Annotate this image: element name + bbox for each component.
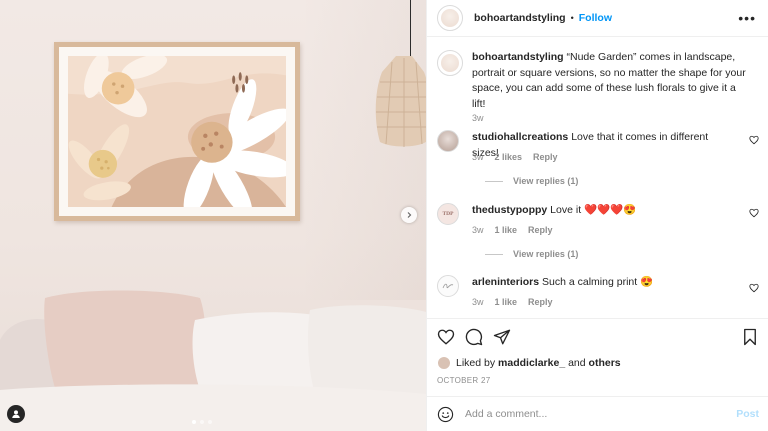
avatar-initials: TDP [442, 211, 454, 217]
comment-body: arleninteriors Such a calming print 😍 [472, 275, 733, 291]
print-mat [59, 47, 295, 216]
caption-username[interactable]: bohoartandstyling [472, 51, 564, 63]
framed-print [54, 42, 300, 221]
view-replies-button[interactable]: View replies (1) [485, 176, 578, 186]
user-icon [12, 410, 20, 418]
comment-time[interactable]: 3w [472, 297, 484, 307]
comments-list[interactable]: bohoartandstyling “Nude Garden” comes in… [427, 38, 768, 316]
comment-text: Such a calming print 😍 [542, 276, 654, 288]
liked-by-joiner: and [568, 357, 586, 369]
post-image[interactable] [0, 0, 426, 431]
comment-time[interactable]: 3w [472, 225, 484, 235]
comment-bubble-icon[interactable] [465, 328, 483, 346]
carousel-dot [200, 420, 204, 424]
carousel-indicator [192, 420, 212, 424]
post-date[interactable]: OCTOBER 27 [437, 376, 491, 385]
follow-button[interactable]: Follow [579, 12, 612, 24]
reply-button[interactable]: Reply [528, 225, 553, 235]
caption-avatar[interactable] [437, 50, 463, 76]
wall-shadow [300, 0, 426, 300]
replies-line [485, 180, 503, 182]
reply-button[interactable]: Reply [528, 297, 553, 307]
comment-body: thedustypoppy Love it ❤️❤️❤️😍 [472, 203, 733, 219]
liked-by-others-link[interactable]: others [589, 357, 621, 369]
more-options-icon[interactable]: ••• [738, 10, 756, 26]
pendant-cord [410, 0, 411, 56]
commenter-avatar[interactable] [437, 275, 459, 297]
signature-logo-icon [442, 283, 454, 289]
caption-body: bohoartandstyling “Nude Garden” comes in… [472, 50, 751, 112]
carousel-dot [208, 420, 212, 424]
caption-time[interactable]: 3w [472, 113, 484, 123]
replies-line [485, 253, 503, 255]
author-avatar[interactable] [437, 5, 463, 31]
separator-dot: • [570, 13, 574, 23]
add-comment-bar: Post [427, 396, 768, 431]
emoji-smiley-icon[interactable] [437, 406, 454, 423]
save-bookmark-icon[interactable] [741, 328, 759, 346]
comment-item: arleninteriors Such a calming print 😍 3w… [437, 275, 759, 311]
reply-button[interactable]: Reply [533, 152, 558, 162]
liked-by-prefix: Liked by [456, 357, 496, 369]
view-replies-label[interactable]: View replies (1) [513, 176, 578, 186]
view-replies-label[interactable]: View replies (1) [513, 249, 578, 259]
next-image-button[interactable] [401, 207, 417, 223]
commenter-avatar[interactable]: TDP [437, 203, 459, 225]
comment-item: studiohallcreations Love that it comes i… [437, 130, 759, 190]
post-actions-bar [427, 318, 768, 358]
liker-username[interactable]: maddiclarke_ [498, 357, 565, 369]
comment-username[interactable]: arleninteriors [472, 276, 539, 288]
tagged-users-button[interactable] [7, 405, 25, 423]
nude-garden-artwork [68, 56, 286, 207]
comment-input[interactable] [465, 408, 737, 420]
view-replies-button[interactable]: View replies (1) [485, 249, 578, 259]
liked-by-line: Liked by maddiclarke_ and others [437, 356, 621, 370]
comment-meta: 3w 2 likes Reply [472, 152, 558, 162]
comment-likes[interactable]: 1 like [495, 297, 518, 307]
carousel-dot [192, 420, 196, 424]
comment-likes[interactable]: 1 like [495, 225, 518, 235]
post-header: bohoartandstyling • Follow ••• [427, 0, 768, 37]
comment-text: Love it ❤️❤️❤️😍 [550, 204, 637, 216]
caption-meta: 3w [472, 113, 484, 123]
author-username[interactable]: bohoartandstyling [474, 12, 566, 24]
comment-item: TDP thedustypoppy Love it ❤️❤️❤️😍 3w 1 l… [437, 203, 759, 263]
like-comment-heart-icon[interactable] [749, 283, 759, 293]
post-details-panel: bohoartandstyling • Follow ••• bohoartan… [426, 0, 768, 431]
like-comment-heart-icon[interactable] [749, 135, 759, 145]
bed-with-pillows [0, 290, 426, 431]
comment-username[interactable]: studiohallcreations [472, 131, 568, 143]
post-comment-button[interactable]: Post [736, 408, 759, 420]
chevron-right-icon [407, 212, 412, 218]
comment-time[interactable]: 3w [472, 152, 484, 162]
commenter-avatar[interactable] [437, 130, 459, 152]
like-comment-heart-icon[interactable] [749, 208, 759, 218]
caption: bohoartandstyling “Nude Garden” comes in… [437, 50, 759, 123]
comment-username[interactable]: thedustypoppy [472, 204, 547, 216]
liker-avatar[interactable] [437, 356, 451, 370]
pendant-lamp [375, 56, 426, 147]
comment-likes[interactable]: 2 likes [495, 152, 523, 162]
like-heart-icon[interactable] [437, 328, 455, 346]
comment-meta: 3w 1 like Reply [472, 225, 553, 235]
share-paper-plane-icon[interactable] [493, 328, 511, 346]
comment-meta: 3w 1 like Reply [472, 297, 553, 307]
